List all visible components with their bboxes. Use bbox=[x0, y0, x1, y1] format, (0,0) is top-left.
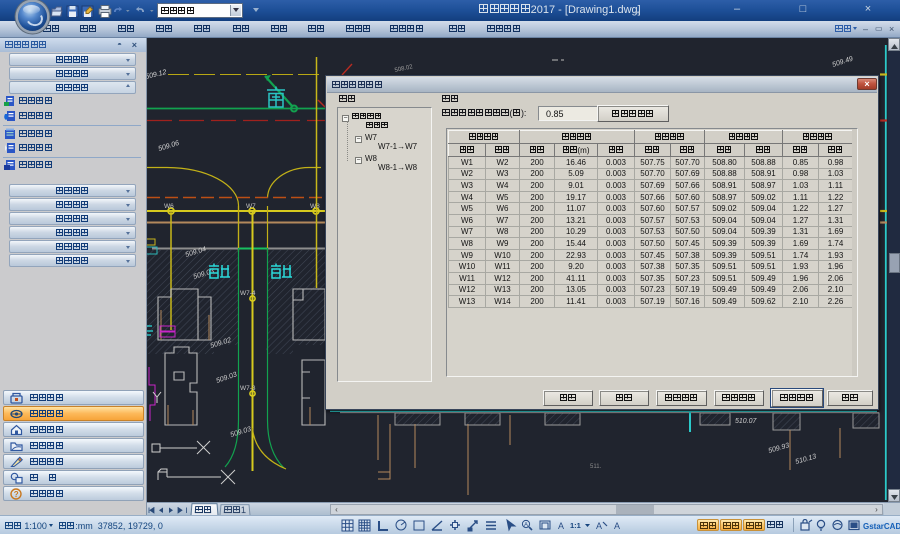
svg-text:510.13: 510.13 bbox=[795, 453, 818, 466]
svg-text:W6: W6 bbox=[164, 203, 174, 210]
svg-text:509.12: 509.12 bbox=[147, 69, 167, 81]
svg-text:?: ? bbox=[14, 490, 19, 499]
svg-text:1:1: 1:1 bbox=[570, 521, 581, 530]
svg-text:511.: 511. bbox=[590, 464, 602, 470]
svg-text:A: A bbox=[614, 521, 620, 531]
svg-text:510.07: 510.07 bbox=[735, 418, 758, 425]
svg-text:509.06: 509.06 bbox=[158, 140, 181, 153]
svg-text:W8: W8 bbox=[310, 203, 320, 210]
svg-text:509.49: 509.49 bbox=[831, 56, 854, 69]
svg-text:W7: W7 bbox=[246, 203, 256, 210]
svg-text:A: A bbox=[558, 521, 564, 531]
svg-text:508.02: 508.02 bbox=[394, 64, 414, 74]
svg-text:509.03: 509.03 bbox=[215, 371, 238, 385]
svg-text:A: A bbox=[524, 522, 528, 528]
svg-text:A: A bbox=[596, 521, 602, 531]
svg-text:509.03: 509.03 bbox=[230, 426, 253, 439]
svg-text:509.93: 509.93 bbox=[768, 442, 791, 455]
